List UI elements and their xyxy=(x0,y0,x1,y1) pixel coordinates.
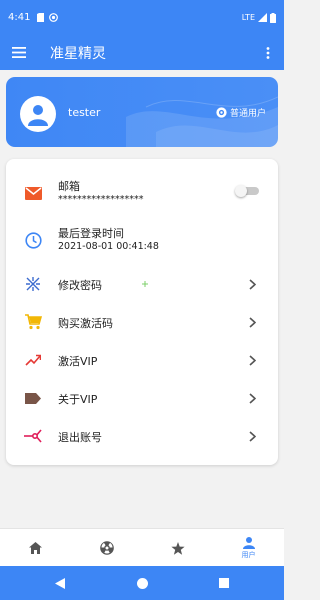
radiation-icon xyxy=(99,541,114,555)
bottom-navigation: 用户 xyxy=(0,528,284,566)
list-item-logout[interactable]: 退出账号 xyxy=(6,417,278,455)
chevron-right-icon xyxy=(246,353,258,367)
home-icon xyxy=(29,542,42,554)
nav-tab-user[interactable]: 用户 xyxy=(213,529,284,567)
nav-tab-radiation[interactable] xyxy=(71,529,142,567)
sparkle-icon xyxy=(142,281,148,287)
list-item-change-password[interactable]: 修改密码 xyxy=(6,265,278,303)
trending-icon xyxy=(24,351,42,369)
list-item-about-vip[interactable]: 关于VIP xyxy=(6,379,278,417)
home-circle-icon xyxy=(136,577,148,589)
chevron-right-icon xyxy=(246,315,258,329)
more-options-button[interactable] xyxy=(256,35,280,70)
mail-icon xyxy=(24,184,42,202)
nav-tab-user-label: 用户 xyxy=(241,550,256,559)
nav-tab-home[interactable] xyxy=(0,529,71,567)
user-type-label: 普通用户 xyxy=(229,109,266,119)
back-button[interactable] xyxy=(53,576,67,590)
user-type-badge: 普通用户 xyxy=(216,106,266,119)
key-icon xyxy=(24,275,42,293)
toggle-thumb xyxy=(235,185,247,197)
nav-tab-favorites[interactable] xyxy=(142,529,213,567)
list-item-email: 邮箱 ****************** xyxy=(6,171,278,217)
email-value: ****************** xyxy=(58,194,144,205)
signal-icon xyxy=(258,13,267,22)
sim-card-icon xyxy=(37,13,45,22)
settings-list: 邮箱 ****************** 最后登录时间 2021-08-01 … xyxy=(6,159,278,465)
email-toggle[interactable] xyxy=(235,185,260,197)
activate-vip-label: 激活VIP xyxy=(58,355,98,368)
menu-button[interactable] xyxy=(1,35,37,70)
list-item-last-login: 最后登录时间 2021-08-01 00:41:48 xyxy=(6,219,278,265)
star-icon xyxy=(170,541,185,555)
buy-code-label: 购买激活码 xyxy=(58,317,113,330)
status-time: 4:41 xyxy=(8,12,31,23)
network-type: LTE xyxy=(241,13,255,22)
more-vert-icon xyxy=(266,46,270,59)
cart-icon xyxy=(24,313,42,331)
system-navigation-bar xyxy=(0,566,284,600)
status-left-icons xyxy=(37,13,59,22)
home-button[interactable] xyxy=(135,576,149,590)
chevron-right-icon xyxy=(246,429,258,443)
last-login-value: 2021-08-01 00:41:48 xyxy=(58,241,159,252)
username: tester xyxy=(68,106,101,119)
notification-icon xyxy=(49,13,59,22)
recents-icon xyxy=(219,578,229,588)
app-title: 准星精灵 xyxy=(50,45,106,62)
status-bar: 4:41 LTE xyxy=(0,0,284,35)
person-icon xyxy=(242,536,255,549)
avatar[interactable] xyxy=(20,96,56,132)
email-label: 邮箱 xyxy=(58,180,80,193)
hamburger-menu-icon xyxy=(12,47,26,58)
clock-icon xyxy=(24,231,42,249)
about-vip-label: 关于VIP xyxy=(58,393,98,406)
profile-card[interactable]: tester 普通用户 xyxy=(6,77,278,147)
last-login-label: 最后登录时间 xyxy=(58,227,124,240)
list-item-buy-code[interactable]: 购买激活码 xyxy=(6,303,278,341)
status-right: LTE xyxy=(241,12,276,23)
app-bar: 准星精灵 xyxy=(0,35,284,70)
tag-icon xyxy=(24,389,42,407)
gear-icon xyxy=(216,107,227,118)
chevron-right-icon xyxy=(246,391,258,405)
change-password-label: 修改密码 xyxy=(58,279,102,292)
list-item-activate-vip[interactable]: 激活VIP xyxy=(6,341,278,379)
logout-label: 退出账号 xyxy=(58,431,102,444)
logout-icon xyxy=(24,427,42,445)
person-icon xyxy=(28,105,48,126)
battery-icon xyxy=(270,12,276,23)
recents-button[interactable] xyxy=(217,576,231,590)
chevron-right-icon xyxy=(246,277,258,291)
back-icon xyxy=(55,577,65,589)
